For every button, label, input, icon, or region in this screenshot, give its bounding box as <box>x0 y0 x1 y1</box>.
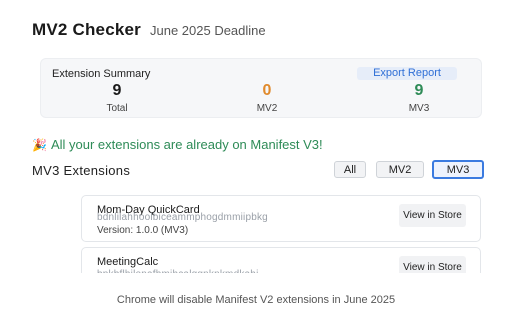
export-report-button[interactable]: Export Report <box>357 67 457 80</box>
stat-mv2-value: 0 <box>262 82 272 99</box>
filter-all-button[interactable]: All <box>334 161 366 178</box>
extension-version: Version: 1.0.0 (MV3) <box>97 225 189 236</box>
filter-mv2-button[interactable]: MV2 <box>376 161 424 178</box>
stat-mv3-label: MV3 <box>408 103 430 114</box>
section-title: MV3 Extensions <box>32 163 131 178</box>
extension-id: bdnlilahhoolbiceammphogdmmiipbkg <box>97 212 268 223</box>
list-item: MeetingCalc bpkbflhjlonafhmihcalggnknkmd… <box>81 247 481 273</box>
view-in-store-button[interactable]: View in Store <box>399 256 466 273</box>
page-subtitle: June 2025 Deadline <box>149 23 266 38</box>
filter-mv3-button[interactable]: MV3 <box>432 160 484 179</box>
stat-total-value: 9 <box>112 82 122 99</box>
view-in-store-button[interactable]: View in Store <box>399 204 466 227</box>
footer: Chrome will disable Manifest V2 extensio… <box>0 273 512 320</box>
success-text: All your extensions are already on Manif… <box>50 137 323 152</box>
footer-text: Chrome will disable Manifest V2 extensio… <box>116 294 396 306</box>
summary-heading: Extension Summary <box>52 68 151 80</box>
stat-mv3-value: 9 <box>414 82 424 99</box>
extension-list[interactable]: Mom-Day QuickCard bdnlilahhoolbiceammpho… <box>81 195 481 273</box>
extension-name: MeetingCalc <box>97 256 159 268</box>
party-popper-icon: 🎉 <box>32 137 47 152</box>
stat-mv3: 9 MV3 <box>389 82 449 114</box>
stat-total: 9 Total <box>87 82 147 114</box>
stat-mv2: 0 MV2 <box>237 82 297 114</box>
summary-card: Extension Summary Export Report 9 Total … <box>40 58 482 118</box>
stat-total-label: Total <box>106 103 128 114</box>
stat-mv2-label: MV2 <box>256 103 278 114</box>
list-item: Mom-Day QuickCard bdnlilahhoolbiceammpho… <box>81 195 481 242</box>
page-title: MV2 Checker <box>32 20 141 39</box>
header: MV2 Checker June 2025 Deadline <box>32 20 266 40</box>
success-message: 🎉 All your extensions are already on Man… <box>32 137 323 152</box>
popup-window: MV2 Checker June 2025 Deadline Extension… <box>0 0 512 320</box>
